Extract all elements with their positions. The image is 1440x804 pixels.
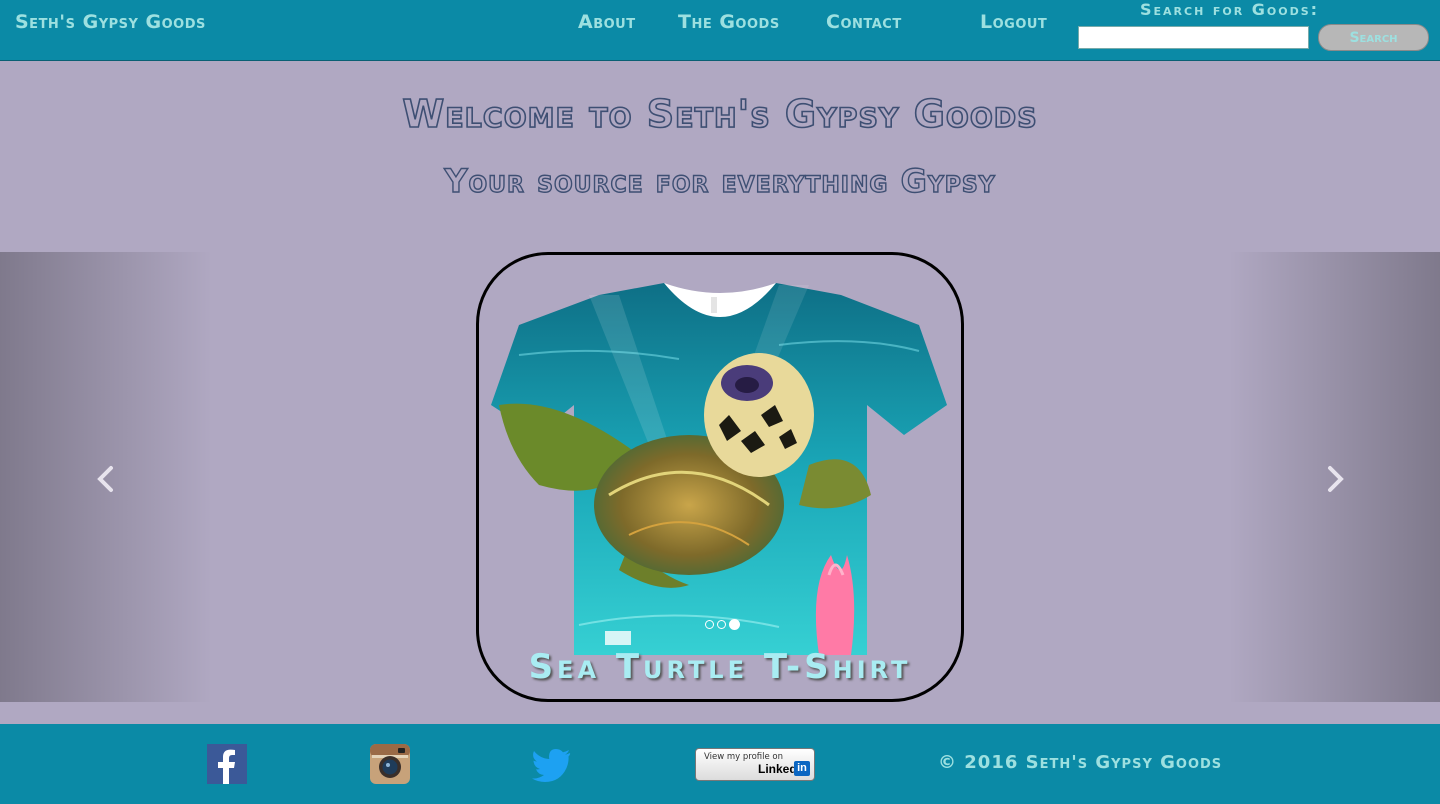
facebook-icon[interactable] (207, 744, 247, 784)
nav-contact[interactable]: Contact (826, 11, 902, 33)
carousel-dot-1[interactable] (705, 619, 714, 629)
slide-caption: Sea Turtle T-Shirt (528, 647, 912, 687)
copyright-text: © 2016 Seth's Gypsy Goods (938, 752, 1223, 773)
search-button[interactable]: Search (1318, 24, 1429, 51)
page-subtitle: Your source for everything Gypsy (444, 161, 996, 200)
carousel-slide: Sea Turtle T-Shirt (476, 252, 964, 702)
chevron-left-icon (97, 466, 113, 492)
nav-about[interactable]: About (578, 11, 636, 33)
navbar: Seth's Gypsy Goods About The Goods Conta… (0, 0, 1440, 61)
linkedin-wordmark: Linked (758, 762, 797, 776)
carousel-prev-button[interactable] (0, 252, 212, 702)
product-carousel: Sea Turtle T-Shirt (0, 252, 1440, 702)
sea-turtle-shirt-image (491, 283, 947, 655)
carousel-next-button[interactable] (1228, 252, 1440, 702)
chevron-right-icon (1328, 466, 1344, 492)
brand-link[interactable]: Seth's Gypsy Goods (15, 11, 206, 33)
carousel-dot-3[interactable] (729, 618, 740, 630)
twitter-icon[interactable] (532, 744, 572, 784)
search-input[interactable] (1078, 26, 1309, 49)
nav-the-goods[interactable]: The Goods (678, 11, 780, 33)
linkedin-profile-badge[interactable]: View my profile on Linked in (695, 748, 815, 781)
linkedin-badge-caption: View my profile on (704, 752, 784, 762)
linkedin-icon: in (794, 761, 810, 776)
carousel-indicators (705, 618, 740, 630)
carousel-dot-2[interactable] (717, 619, 726, 629)
nav-logout[interactable]: Logout (980, 11, 1047, 33)
search-label: Search for Goods: (1140, 0, 1320, 19)
instagram-icon[interactable] (370, 744, 410, 784)
footer: View my profile on Linked in © 2016 Seth… (0, 724, 1440, 804)
page-title: Welcome to Seth's Gypsy Goods (402, 91, 1038, 137)
